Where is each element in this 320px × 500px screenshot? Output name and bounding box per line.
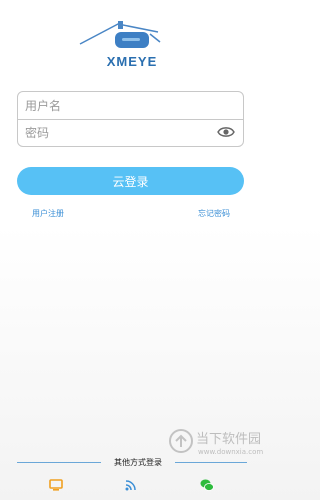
cloud-login-button[interactable]: 云登录 bbox=[17, 167, 244, 195]
watermark-url: www.downxia.com bbox=[198, 448, 264, 456]
forgot-password-link[interactable]: 忘记密码 bbox=[198, 208, 230, 219]
house-router-icon bbox=[79, 21, 161, 48]
local-device-icon[interactable] bbox=[49, 478, 63, 492]
ap-wifi-icon[interactable] bbox=[124, 478, 138, 492]
username-input[interactable] bbox=[25, 95, 215, 116]
watermark-text: 当下软件园 bbox=[196, 432, 262, 447]
register-link[interactable]: 用户注册 bbox=[32, 208, 64, 219]
password-input[interactable] bbox=[25, 122, 215, 143]
username-row bbox=[18, 92, 243, 120]
show-password-eye-icon[interactable] bbox=[217, 125, 235, 139]
other-login-label: 其他方式登录 bbox=[114, 458, 162, 467]
password-row bbox=[18, 119, 243, 146]
app-logo: XMEYE bbox=[78, 18, 186, 74]
divider-line-left bbox=[17, 462, 101, 463]
login-form bbox=[17, 91, 244, 147]
logo-text: XMEYE bbox=[106, 54, 158, 69]
watermark: 当下软件园 www.downxia.com bbox=[168, 428, 263, 488]
watermark-logo-icon bbox=[169, 429, 193, 453]
